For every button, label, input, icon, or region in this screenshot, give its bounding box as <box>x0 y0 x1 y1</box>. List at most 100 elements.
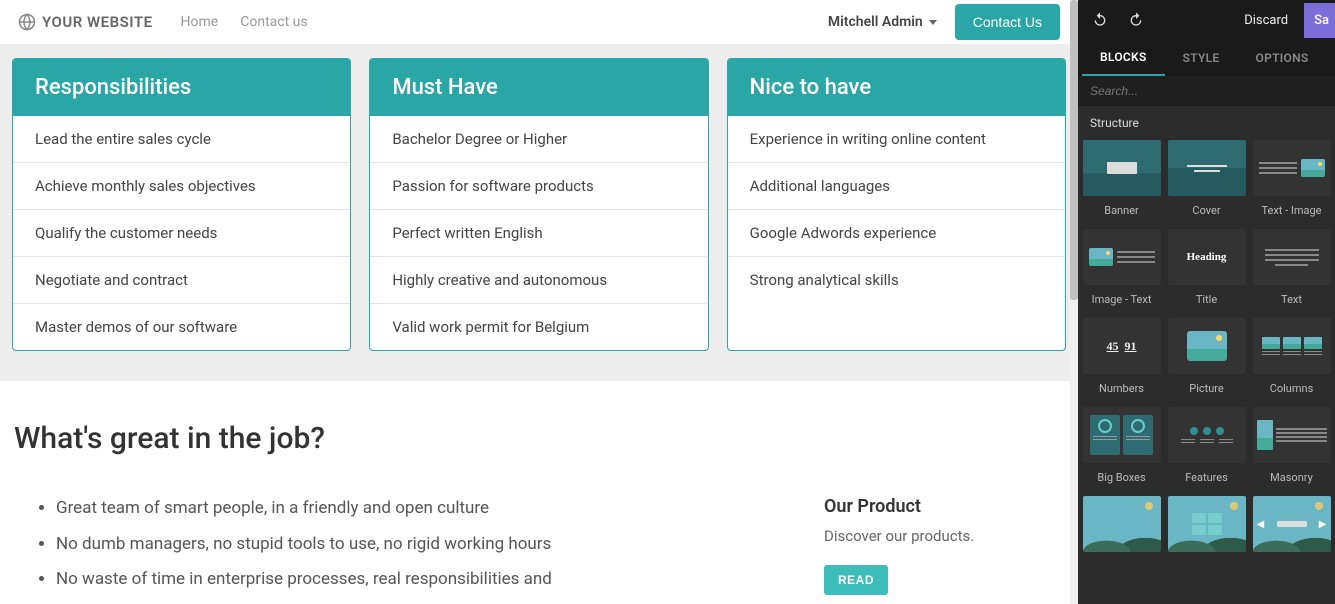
card-item[interactable]: Master demos of our software <box>13 304 350 350</box>
card-item[interactable]: Experience in writing online content <box>728 116 1065 163</box>
block-thumb <box>1168 140 1246 196</box>
card-item[interactable]: Lead the entire sales cycle <box>13 116 350 163</box>
block-title[interactable]: Heading Title <box>1165 225 1248 312</box>
card-item[interactable]: Bachelor Degree or Higher <box>370 116 707 163</box>
block-label: Title <box>1196 293 1217 306</box>
block-label: Picture <box>1189 382 1224 395</box>
list-item: No waste of time in enterprise processes… <box>56 567 784 593</box>
user-name: Mitchell Admin <box>828 14 923 30</box>
discard-button[interactable]: Discard <box>1244 13 1288 28</box>
block-thumb <box>1253 229 1331 285</box>
block-row5-2[interactable] <box>1165 492 1248 562</box>
block-thumb <box>1253 140 1331 196</box>
logo[interactable]: YOUR WEBSITE <box>18 13 153 31</box>
card-header: Nice to have <box>728 59 1065 116</box>
website-preview: YOUR WEBSITE Home Contact us Mitchell Ad… <box>0 0 1078 604</box>
top-nav: YOUR WEBSITE Home Contact us Mitchell Ad… <box>0 0 1078 44</box>
block-banner[interactable]: Banner <box>1080 136 1163 223</box>
block-label: Text <box>1281 293 1302 306</box>
block-thumb <box>1083 140 1161 196</box>
editor-search <box>1078 76 1335 106</box>
tab-options[interactable]: OPTIONS <box>1238 41 1327 75</box>
chevron-down-icon <box>929 20 937 25</box>
block-label: Columns <box>1270 382 1314 395</box>
list-item: Great team of smart people, in a friendl… <box>56 496 784 522</box>
card-item[interactable]: Perfect written English <box>370 210 707 257</box>
card-must-have[interactable]: Must Have Bachelor Degree or Higher Pass… <box>369 58 708 351</box>
block-row5-3[interactable]: ◀ ▶ <box>1250 492 1333 562</box>
card-item[interactable]: Negotiate and contract <box>13 257 350 304</box>
product-column[interactable]: Our Product Discover our products. READ <box>824 496 1064 603</box>
card-item[interactable]: Valid work permit for Belgium <box>370 304 707 350</box>
block-masonry[interactable]: Masonry <box>1250 403 1333 490</box>
logo-text: YOUR WEBSITE <box>42 13 153 31</box>
block-thumb: ◀ ▶ <box>1253 496 1331 552</box>
contact-us-button[interactable]: Contact Us <box>955 4 1060 40</box>
block-label: Banner <box>1104 204 1139 217</box>
nav-links: Home Contact us <box>181 14 308 30</box>
redo-icon[interactable] <box>1128 11 1144 30</box>
block-thumb <box>1083 407 1161 463</box>
block-thumb <box>1083 229 1161 285</box>
editor-top-bar: Discard Sa <box>1078 0 1335 40</box>
editor-tabs: BLOCKS STYLE OPTIONS <box>1078 40 1335 76</box>
block-label: Image - Text <box>1092 293 1152 306</box>
block-thumb <box>1253 318 1331 374</box>
card-item[interactable]: Additional languages <box>728 163 1065 210</box>
block-label: Cover <box>1192 204 1220 217</box>
undo-icon[interactable] <box>1092 11 1108 30</box>
scrollbar-track[interactable] <box>1070 0 1078 604</box>
block-text-image[interactable]: Text - Image <box>1250 136 1333 223</box>
tab-blocks[interactable]: BLOCKS <box>1082 40 1165 76</box>
tab-style[interactable]: STYLE <box>1165 41 1238 75</box>
block-label: Big Boxes <box>1097 471 1145 484</box>
save-button[interactable]: Sa <box>1304 3 1335 38</box>
block-text[interactable]: Text <box>1250 225 1333 312</box>
arrow-right-icon: ▶ <box>1319 519 1327 530</box>
block-image-text[interactable]: Image - Text <box>1080 225 1163 312</box>
product-title: Our Product <box>824 496 1064 517</box>
section-label-structure: Structure <box>1078 106 1335 136</box>
block-thumb: 45 91 <box>1083 318 1161 374</box>
card-item[interactable]: Achieve monthly sales objectives <box>13 163 350 210</box>
card-nice-to-have[interactable]: Nice to have Experience in writing onlin… <box>727 58 1066 351</box>
block-label: Features <box>1185 471 1228 484</box>
card-responsibilities[interactable]: Responsibilities Lead the entire sales c… <box>12 58 351 351</box>
block-row5-1[interactable] <box>1080 492 1163 562</box>
great-title[interactable]: What's great in the job? <box>14 421 1064 456</box>
block-numbers[interactable]: 45 91 Numbers <box>1080 314 1163 401</box>
block-label: Text - Image <box>1261 204 1321 217</box>
block-thumb <box>1083 496 1161 552</box>
read-button[interactable]: READ <box>824 565 888 595</box>
block-thumb: Heading <box>1168 229 1246 285</box>
block-cover[interactable]: Cover <box>1165 136 1248 223</box>
nav-right: Mitchell Admin Contact Us <box>828 4 1060 40</box>
block-thumb <box>1253 407 1331 463</box>
globe-icon <box>18 13 36 31</box>
block-picture[interactable]: Picture <box>1165 314 1248 401</box>
user-menu[interactable]: Mitchell Admin <box>828 14 937 30</box>
block-thumb <box>1168 496 1246 552</box>
block-label: Masonry <box>1270 471 1313 484</box>
block-label: Numbers <box>1099 382 1144 395</box>
card-item[interactable]: Highly creative and autonomous <box>370 257 707 304</box>
arrow-left-icon: ◀ <box>1257 519 1265 530</box>
search-input[interactable] <box>1090 84 1323 98</box>
card-item[interactable]: Qualify the customer needs <box>13 210 350 257</box>
block-features[interactable]: Features <box>1165 403 1248 490</box>
block-columns[interactable]: Columns <box>1250 314 1333 401</box>
nav-link-contact[interactable]: Contact us <box>240 14 307 30</box>
card-item[interactable]: Passion for software products <box>370 163 707 210</box>
block-thumb <box>1168 318 1246 374</box>
card-item[interactable]: Google Adwords experience <box>728 210 1065 257</box>
cards-section: Responsibilities Lead the entire sales c… <box>0 44 1078 381</box>
scrollbar-thumb[interactable] <box>1070 0 1078 300</box>
block-big-boxes[interactable]: Big Boxes <box>1080 403 1163 490</box>
product-desc: Discover our products. <box>824 527 1064 545</box>
editor-panel: Discard Sa BLOCKS STYLE OPTIONS Structur… <box>1078 0 1335 604</box>
card-header: Responsibilities <box>13 59 350 116</box>
card-item[interactable]: Strong analytical skills <box>728 257 1065 303</box>
list-item: No dumb managers, no stupid tools to use… <box>56 532 784 558</box>
great-list[interactable]: Great team of smart people, in a friendl… <box>14 496 784 603</box>
nav-link-home[interactable]: Home <box>181 14 219 30</box>
